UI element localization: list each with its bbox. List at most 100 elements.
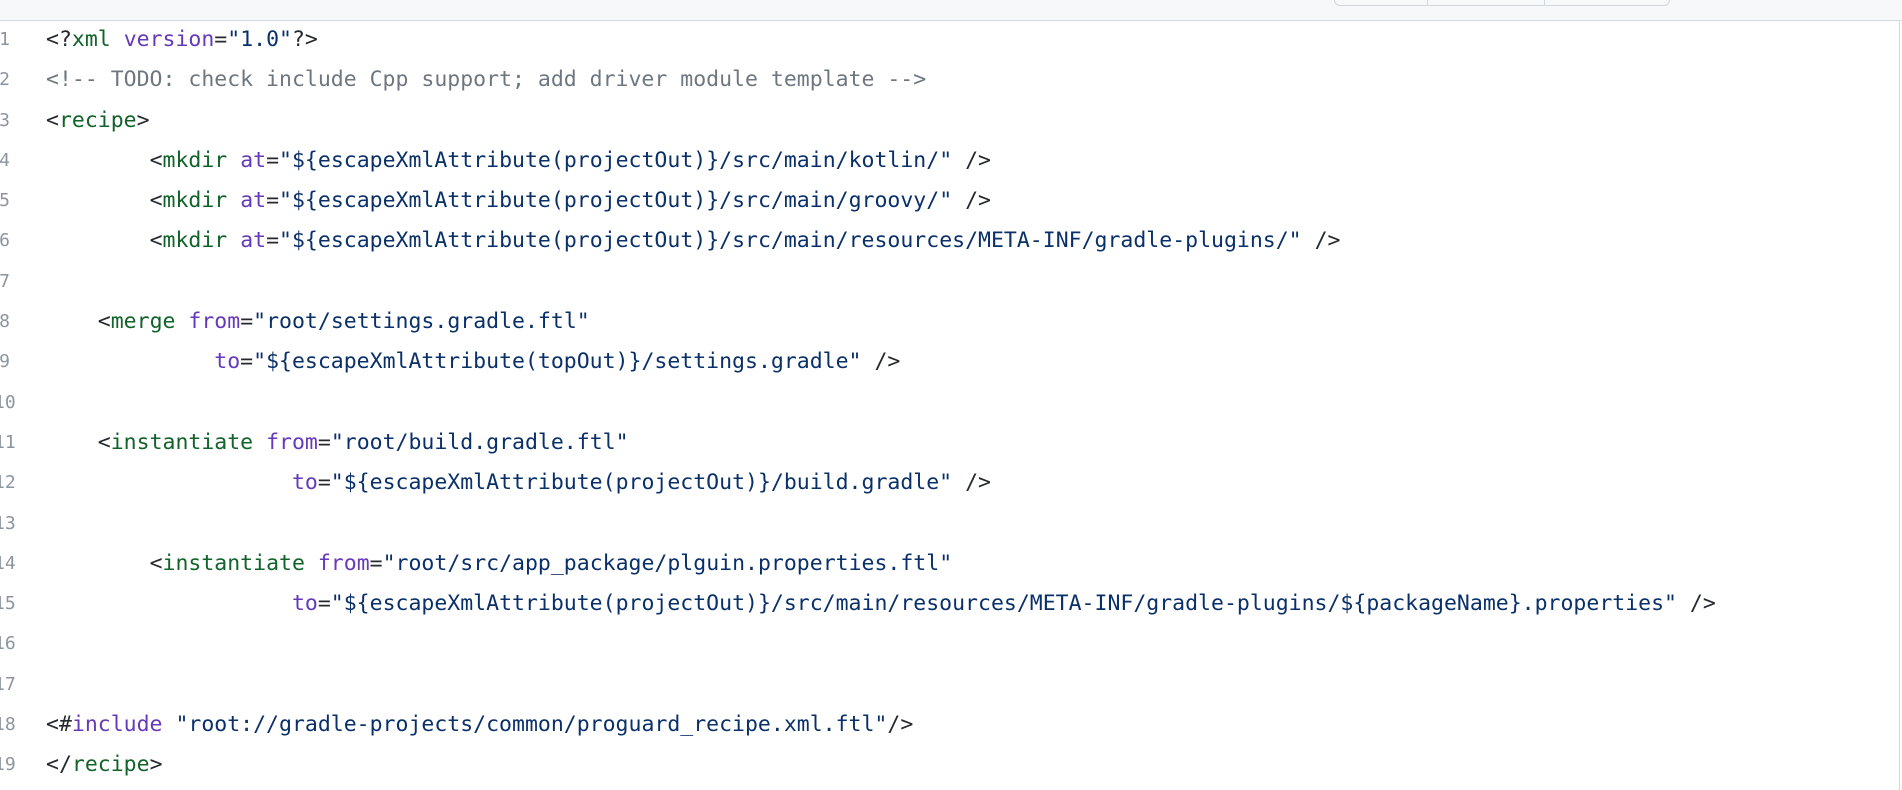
token-tag: instantiate: [110, 429, 254, 455]
line-number[interactable]: 14: [0, 544, 16, 584]
token-punct: <: [46, 107, 59, 133]
line-number[interactable]: 9: [0, 342, 10, 382]
line-content: to="${escapeXmlAttribute(topOut)}/settin…: [46, 342, 900, 382]
token-punct: <?: [46, 27, 72, 52]
token-punct: </: [46, 752, 72, 778]
token-attr: include: [71, 712, 163, 738]
line-content: </recipe>: [46, 745, 163, 785]
line-content: <merge from="root/settings.gradle.ftl": [46, 302, 590, 342]
token-punct: [163, 712, 176, 737]
token-str: "root/build.gradle.ftl": [330, 429, 629, 455]
line-number[interactable]: 8: [0, 302, 10, 342]
token-attr: at: [240, 188, 267, 214]
line-number[interactable]: 7: [0, 262, 10, 302]
line-number[interactable]: 4: [0, 141, 10, 181]
token-punct: =: [317, 470, 331, 496]
token-punct: <: [149, 228, 163, 254]
token-punct: <: [149, 188, 163, 214]
token-punct: <: [97, 309, 111, 335]
line-number[interactable]: 13: [0, 504, 16, 544]
code-line: 19 </recipe>: [0, 745, 1898, 785]
token-punct: <: [97, 429, 111, 455]
token-attr: from: [317, 550, 370, 576]
token-attr: to: [291, 591, 318, 617]
line-number[interactable]: 15: [0, 584, 16, 624]
file-actions-button-group: [1334, 0, 1670, 6]
token-attr: from: [188, 309, 241, 335]
token-punct: />: [952, 470, 991, 496]
token-punct: [305, 551, 318, 576]
code-line: 18 <#include "root://gradle-projects/comm…: [0, 705, 1898, 745]
token-punct: [227, 228, 240, 253]
line-number[interactable]: 3: [0, 101, 10, 141]
token-tag: mkdir: [162, 188, 228, 214]
token-punct: <: [149, 550, 163, 576]
line-number[interactable]: 5: [0, 181, 10, 221]
raw-button[interactable]: [1335, 0, 1428, 5]
token-str: "${escapeXmlAttribute(projectOut)}/src/m…: [279, 228, 1302, 254]
token-punct: <#: [46, 712, 72, 738]
history-button[interactable]: [1545, 0, 1669, 5]
token-tag: merge: [110, 309, 176, 335]
line-number[interactable]: 12: [0, 463, 16, 503]
line-number[interactable]: 1: [0, 20, 10, 60]
token-punct: [227, 188, 240, 213]
token-punct: <: [149, 147, 163, 173]
code-line: 2 <!-- TODO: check include Cpp support; a…: [0, 60, 1898, 100]
token-punct: =: [317, 429, 331, 455]
line-content: <?xml version="1.0"?>: [46, 20, 318, 60]
line-number[interactable]: 6: [0, 221, 10, 261]
token-attr: version: [123, 27, 215, 52]
line-number[interactable]: 17: [0, 665, 16, 705]
token-tag: mkdir: [162, 147, 228, 173]
token-punct: =: [214, 27, 228, 52]
token-attr: at: [240, 228, 267, 254]
token-tag: mkdir: [162, 228, 228, 254]
token-str: "root/settings.gradle.ftl": [253, 309, 590, 335]
line-number[interactable]: 18: [0, 705, 16, 745]
line-number[interactable]: 10: [0, 383, 16, 423]
token-punct: [227, 148, 240, 173]
code-line: 17: [0, 665, 1898, 705]
token-punct: ?>: [291, 27, 318, 52]
code-body: 1 <?xml version="1.0"?> 2 <!-- TODO: check …: [0, 20, 1898, 786]
token-comment: <!-- TODO: check include Cpp support; ad…: [46, 67, 927, 93]
code-line: 8 <merge from="root/settings.gradle.ftl": [0, 302, 1898, 342]
line-content: <instantiate from="root/build.gradle.ftl…: [46, 423, 629, 463]
token-str: "${escapeXmlAttribute(projectOut)}/src/m…: [330, 591, 1677, 617]
code-line: 7: [0, 262, 1898, 302]
line-content: <mkdir at="${escapeXmlAttribute(projectO…: [46, 141, 991, 181]
line-number[interactable]: 16: [0, 624, 16, 664]
token-str: "root/src/app_package/plguin.properties.…: [382, 550, 953, 576]
token-str: "${escapeXmlAttribute(projectOut)}/src/m…: [279, 147, 953, 173]
line-content: <!-- TODO: check include Cpp support; ad…: [46, 60, 926, 100]
token-punct: />: [1301, 228, 1341, 254]
token-tag: recipe: [58, 107, 137, 133]
token-str: "${escapeXmlAttribute(projectOut)}/src/m…: [279, 188, 953, 214]
blame-button[interactable]: [1428, 0, 1545, 5]
token-str: "${escapeXmlAttribute(projectOut)}/build…: [330, 470, 953, 496]
line-number[interactable]: 11: [0, 423, 16, 463]
token-punct: =: [266, 188, 280, 214]
token-str: "root://gradle-projects/common/proguard_…: [175, 712, 888, 738]
code-viewer: 1 <?xml version="1.0"?> 2 <!-- TODO: check …: [0, 0, 1902, 790]
token-attr: from: [266, 429, 318, 455]
code-line: 12 to="${escapeXmlAttribute(projectOut)}…: [0, 463, 1898, 503]
line-content: to="${escapeXmlAttribute(projectOut)}/sr…: [46, 584, 1716, 624]
token-punct: =: [317, 591, 331, 617]
token-punct: =: [266, 147, 280, 173]
line-number[interactable]: 2: [0, 60, 10, 100]
line-number[interactable]: 19: [0, 745, 16, 785]
code-line: 11 <instantiate from="root/build.gradle.…: [0, 423, 1898, 463]
token-attr: at: [240, 147, 267, 173]
line-content: <recipe>: [46, 101, 150, 141]
token-str: "${escapeXmlAttribute(topOut)}/settings.…: [253, 349, 862, 375]
line-content: to="${escapeXmlAttribute(projectOut)}/bu…: [46, 463, 991, 503]
